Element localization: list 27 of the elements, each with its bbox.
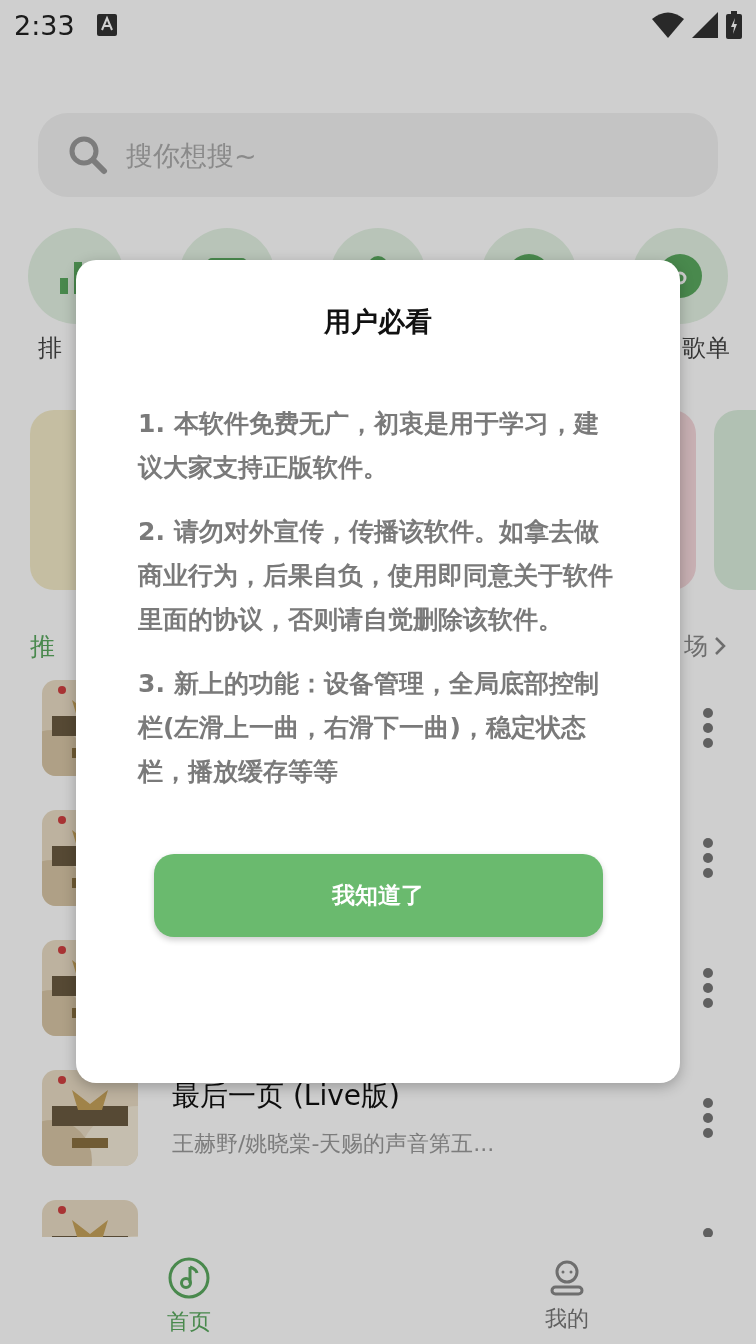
notice-paragraph: 3. 新上的功能：设备管理，全局底部控制栏(左滑上一曲，右滑下一曲)，稳定状态栏，播放缓存等等 [138,668,600,788]
more-icon[interactable] [702,837,714,879]
song-artist: 王赫野/姚晓棠-天赐的声音第五... [172,1130,496,1158]
section-title: 推 [30,630,55,663]
keyboard-icon [96,14,117,36]
chevron-right-icon [714,636,726,656]
search-field[interactable]: 搜你想搜~ [124,138,528,172]
song-title: 最后一页 (Live版) [172,1078,401,1114]
more-link[interactable]: 场 [684,630,708,662]
battery-icon [726,11,742,39]
user-icon [550,1260,584,1296]
more-icon[interactable] [702,1097,714,1139]
signal-icon [692,12,718,38]
dialog-title: 用户必看 [324,305,432,339]
search-icon [68,135,108,175]
music-disc-icon [168,1257,210,1299]
more-icon[interactable] [702,967,714,1009]
nav-tab[interactable]: 我的 [378,1237,756,1344]
notice-paragraph: 1. 本软件免费无广，初衷是用于学习，建议大家支持正版软件。 [138,408,600,484]
wifi-icon [652,12,684,38]
category-label: 排 [38,333,62,364]
nav-tab[interactable]: 首页 [0,1237,378,1344]
status-time: 2:33 [14,9,75,41]
more-icon[interactable] [702,707,714,749]
confirm-button[interactable]: 我知道了 [153,854,603,937]
notice-paragraph: 2. 请勿对外宣传，传播该软件。如拿去做商业行为，后果自负，使用即同意关于软件里面的协议，否则请自觉删除该软件。 [138,516,614,636]
category-label: 歌单 [682,333,730,364]
